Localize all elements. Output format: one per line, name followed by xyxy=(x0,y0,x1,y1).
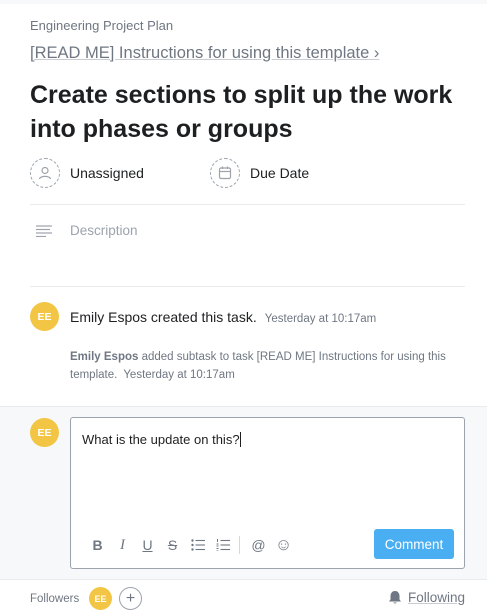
assignee-field[interactable]: Unassigned xyxy=(30,158,144,188)
divider xyxy=(30,204,465,205)
comment-composer[interactable]: What is the update on this? B I U S @ ☺ … xyxy=(70,417,465,569)
emoji-button[interactable]: ☺ xyxy=(271,535,296,555)
calendar-icon xyxy=(210,158,240,188)
project-name[interactable]: Engineering Project Plan xyxy=(30,18,173,33)
top-edge xyxy=(0,0,487,4)
user-icon xyxy=(30,158,60,188)
text-caret xyxy=(239,432,241,447)
comment-button[interactable]: Comment xyxy=(374,529,454,559)
underline-button[interactable]: U xyxy=(135,535,160,555)
comment-text: What is the update on this? xyxy=(82,432,240,447)
description-icon xyxy=(36,224,52,242)
toolbar-separator xyxy=(239,536,240,554)
story-text: Emily Espos created this task. xyxy=(70,309,257,325)
following-label: Following xyxy=(407,590,465,605)
avatar[interactable]: EE xyxy=(30,302,59,331)
bell-icon xyxy=(388,591,401,604)
description-field[interactable]: Description xyxy=(70,223,138,238)
avatar[interactable]: EE xyxy=(30,418,59,447)
bulleted-list-icon[interactable] xyxy=(185,535,210,555)
assignee-label: Unassigned xyxy=(70,165,144,181)
following-toggle[interactable]: Following xyxy=(388,590,465,605)
divider xyxy=(30,286,465,287)
numbered-list-icon[interactable] xyxy=(210,535,235,555)
comment-input[interactable]: What is the update on this? xyxy=(82,432,241,447)
bold-button[interactable]: B xyxy=(85,535,110,555)
activity-substory: Emily Espos added subtask to task [READ … xyxy=(70,348,450,384)
italic-button[interactable]: I xyxy=(110,535,135,555)
activity-story: Emily Espos created this task. Yesterday … xyxy=(70,309,376,325)
add-follower-button[interactable]: + xyxy=(119,587,142,610)
mention-button[interactable]: @ xyxy=(246,535,271,555)
follower-avatar[interactable]: EE xyxy=(89,587,112,610)
substory-actor[interactable]: Emily Espos xyxy=(70,351,138,363)
followers-bar: Followers EE + Following xyxy=(0,579,487,612)
strikethrough-button[interactable]: S xyxy=(160,535,185,555)
due-date-field[interactable]: Due Date xyxy=(210,158,309,188)
parent-task-link[interactable]: [READ ME] Instructions for using this te… xyxy=(30,44,379,63)
formatting-toolbar: B I U S @ ☺ xyxy=(85,535,296,555)
story-timestamp[interactable]: Yesterday at 10:17am xyxy=(265,313,376,325)
task-title[interactable]: Create sections to split up the work int… xyxy=(30,78,470,146)
due-date-label: Due Date xyxy=(250,165,310,181)
substory-timestamp[interactable]: Yesterday at 10:17am xyxy=(123,369,234,381)
followers-label: Followers xyxy=(30,593,80,605)
